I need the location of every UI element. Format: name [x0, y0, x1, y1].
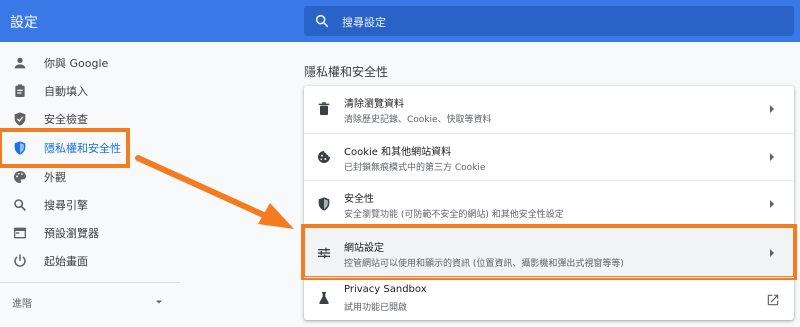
- security-row[interactable]: 安全性 安全瀏覽功能 (可防範不安全的網站) 和其他安全性設定: [304, 180, 794, 227]
- flask-icon: [319, 292, 329, 304]
- sidebar-item-label: 搜尋引擎: [44, 199, 88, 212]
- sidebar-item-safety-check[interactable]: 安全檢查: [0, 105, 176, 133]
- row-title: Privacy Sandbox: [344, 284, 427, 295]
- row-subtitle: 試用功能已開啟: [344, 303, 408, 313]
- sidebar-divider: [0, 282, 180, 283]
- chevron-right-icon: [770, 249, 774, 257]
- power-icon: [12, 253, 28, 269]
- sidebar-item-label: 隱私權和安全性: [44, 142, 121, 155]
- tune-icon: [318, 247, 330, 259]
- search-input[interactable]: [340, 6, 784, 38]
- top-bar: 設定: [0, 0, 800, 42]
- row-title: 網站設定: [344, 243, 384, 254]
- section-title: 隱私權和安全性: [304, 65, 389, 79]
- search-box[interactable]: [304, 6, 794, 38]
- cookies-row[interactable]: Cookie 和其他網站資料 已封鎖無痕模式中的第三方 Cookie: [304, 133, 794, 180]
- privacy-sandbox-row[interactable]: Privacy Sandbox 試用功能已開啟: [304, 277, 794, 320]
- sidebar-item-appearance[interactable]: 外觀: [0, 163, 176, 191]
- row-subtitle: 清除歷史記錄、Cookie、快取等資料: [344, 115, 492, 125]
- chevron-right-icon: [770, 200, 774, 208]
- advanced-toggle[interactable]: 進階: [12, 292, 164, 312]
- row-subtitle: 安全瀏覽功能 (可防範不安全的網站) 和其他安全性設定: [344, 210, 564, 220]
- search-icon: [12, 197, 28, 213]
- sidebar-item-label: 起始畫面: [44, 255, 88, 268]
- sidebar: 你與 Google 自動填入 安全檢查 隱私權和安全性 外觀 搜尋引擎 預設瀏覽…: [0, 42, 180, 327]
- app-title: 設定: [10, 15, 38, 31]
- privacy-settings-card: 清除瀏覽資料 清除歷史記錄、Cookie、快取等資料 Cookie 和其他網站資…: [301, 86, 797, 320]
- chevron-right-icon: [770, 153, 774, 161]
- trash-icon: [318, 102, 330, 115]
- shield-icon: [318, 197, 330, 211]
- clear-browsing-data-row[interactable]: 清除瀏覽資料 清除歷史記錄、Cookie、快取等資料: [304, 86, 794, 133]
- sidebar-item-privacy-security[interactable]: 隱私權和安全性: [0, 128, 130, 168]
- palette-icon: [12, 169, 28, 185]
- sidebar-item-label: 外觀: [44, 171, 66, 184]
- browser-icon: [12, 225, 28, 241]
- sidebar-item-label: 自動填入: [44, 85, 88, 98]
- shield-check-icon: [12, 111, 28, 127]
- clipboard-icon: [12, 83, 28, 99]
- sidebar-item-label: 你與 Google: [44, 57, 109, 70]
- row-subtitle: 控管網站可以使用和顯示的資訊 (位置資訊、攝影機和彈出式視窗等等): [344, 259, 624, 269]
- sidebar-item-you-and-google[interactable]: 你與 Google: [0, 49, 176, 77]
- person-icon: [12, 55, 28, 71]
- row-subtitle: 已封鎖無痕模式中的第三方 Cookie: [344, 163, 486, 173]
- open-external-icon[interactable]: [766, 293, 780, 307]
- sidebar-item-autofill[interactable]: 自動填入: [0, 77, 176, 105]
- row-title: Cookie 和其他網站資料: [344, 147, 452, 158]
- sidebar-item-on-startup[interactable]: 起始畫面: [0, 247, 176, 275]
- dropdown-arrow-icon: [156, 300, 162, 304]
- row-title: 清除瀏覽資料: [344, 99, 404, 110]
- site-settings-row[interactable]: 網站設定 控管網站可以使用和顯示的資訊 (位置資訊、攝影機和彈出式視窗等等): [301, 224, 797, 280]
- sidebar-item-default-browser[interactable]: 預設瀏覽器: [0, 219, 176, 247]
- sidebar-item-label: 安全檢查: [44, 113, 88, 126]
- chevron-right-icon: [770, 105, 774, 113]
- cookie-icon: [318, 151, 330, 163]
- sidebar-item-label: 預設瀏覽器: [44, 227, 99, 240]
- advanced-label: 進階: [12, 298, 32, 310]
- row-title: 安全性: [344, 194, 374, 205]
- sidebar-item-search-engine[interactable]: 搜尋引擎: [0, 191, 176, 219]
- search-icon: [315, 14, 329, 28]
- shield-privacy-icon: [12, 140, 28, 156]
